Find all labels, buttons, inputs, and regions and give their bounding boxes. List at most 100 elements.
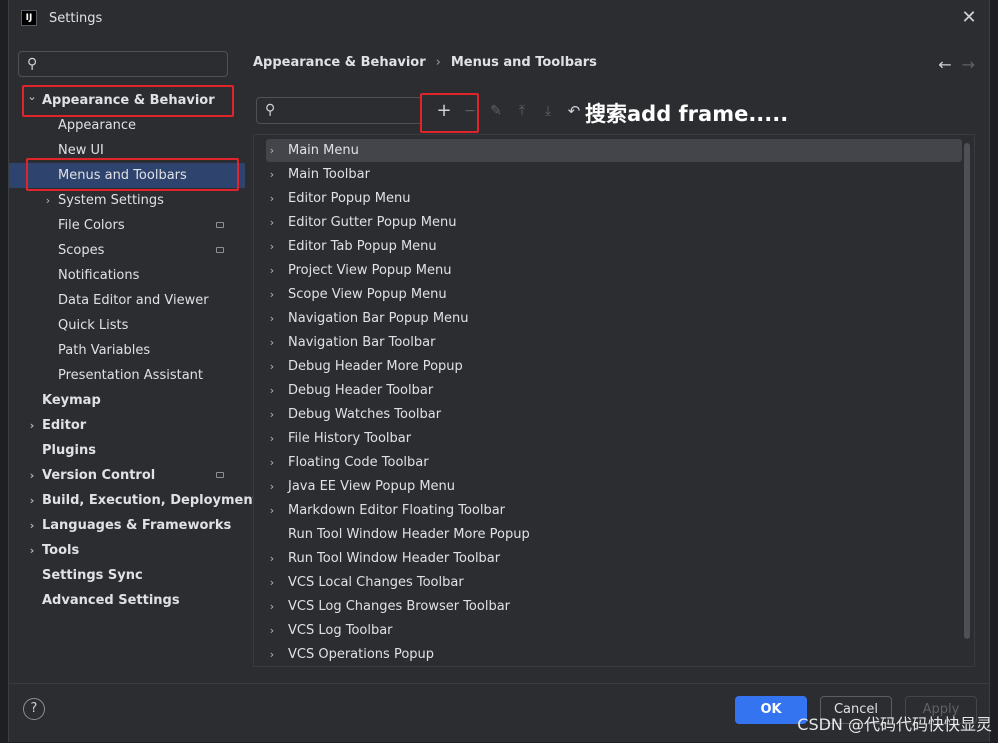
- action-group-item[interactable]: › Editor Tab Popup Menu: [266, 235, 962, 258]
- chevron-right-icon[interactable]: ›: [26, 488, 38, 513]
- chevron-right-icon[interactable]: ›: [266, 163, 278, 186]
- action-group-item[interactable]: › Run Tool Window Header Toolbar: [266, 547, 962, 570]
- action-group-item[interactable]: › Project View Popup Menu: [266, 259, 962, 282]
- chevron-right-icon[interactable]: ›: [26, 413, 38, 438]
- close-icon[interactable]: ✕: [959, 8, 979, 28]
- action-group-item[interactable]: Run Tool Window Header More Popup: [266, 523, 962, 546]
- sidebar-item[interactable]: › Editor: [9, 413, 245, 438]
- intellij-app-icon: IJ: [21, 10, 37, 26]
- action-group-item[interactable]: › VCS Log Toolbar: [266, 619, 962, 642]
- actions-search-input[interactable]: [285, 102, 419, 122]
- action-group-item[interactable]: › Floating Code Toolbar: [266, 451, 962, 474]
- title-bar: IJ Settings ✕: [9, 0, 989, 38]
- back-arrow-icon[interactable]: ←: [938, 55, 951, 74]
- chevron-right-icon[interactable]: ›: [266, 451, 278, 474]
- settings-search-box[interactable]: ⚲: [18, 51, 228, 77]
- sidebar-item[interactable]: ⌄ Appearance & Behavior: [9, 88, 245, 113]
- action-group-item[interactable]: › File History Toolbar: [266, 427, 962, 450]
- sidebar-item[interactable]: › Tools: [9, 538, 245, 563]
- actions-search-box[interactable]: ⚲: [256, 97, 422, 124]
- chevron-right-icon[interactable]: ›: [266, 139, 278, 162]
- action-group-label: Run Tool Window Header More Popup: [288, 527, 530, 542]
- sidebar-item[interactable]: › Build, Execution, Deployment: [9, 488, 259, 513]
- sidebar-item[interactable]: › Languages & Frameworks: [9, 513, 245, 538]
- action-group-item[interactable]: › VCS Log Changes Browser Toolbar: [266, 595, 962, 618]
- sidebar-item-label: Appearance: [58, 118, 137, 133]
- project-level-icon: [216, 472, 224, 478]
- action-group-item[interactable]: › Editor Popup Menu: [266, 187, 962, 210]
- chevron-right-icon[interactable]: ›: [266, 619, 278, 642]
- sidebar-item[interactable]: › Version Control: [9, 463, 245, 488]
- chevron-right-icon[interactable]: ›: [266, 499, 278, 522]
- sidebar-item-label: Scopes: [58, 243, 105, 258]
- sidebar-item[interactable]: Plugins: [9, 438, 245, 463]
- list-scrollbar[interactable]: [964, 143, 970, 639]
- restore-icon[interactable]: ↶: [563, 100, 585, 122]
- action-group-label: Scope View Popup Menu: [288, 287, 447, 302]
- sidebar-item[interactable]: Appearance: [9, 113, 245, 138]
- action-group-item[interactable]: › Main Toolbar: [266, 163, 962, 186]
- chevron-right-icon[interactable]: ›: [266, 355, 278, 378]
- chevron-right-icon[interactable]: ›: [26, 463, 38, 488]
- forward-arrow-icon[interactable]: →: [962, 55, 975, 74]
- sidebar-item[interactable]: Notifications: [9, 263, 245, 288]
- settings-search-input[interactable]: [47, 55, 221, 75]
- breadcrumb-separator-icon: ›: [435, 55, 441, 70]
- sidebar-item[interactable]: Presentation Assistant: [9, 363, 245, 388]
- sidebar-item-label: Editor: [42, 418, 87, 433]
- sidebar-item[interactable]: File Colors: [9, 213, 245, 238]
- sidebar-item[interactable]: Settings Sync: [9, 563, 245, 588]
- action-group-item[interactable]: › VCS Operations Popup: [266, 643, 962, 666]
- edit-icon[interactable]: ✎: [485, 100, 507, 122]
- sidebar-item[interactable]: New UI: [9, 138, 245, 163]
- chevron-right-icon[interactable]: ›: [266, 235, 278, 258]
- chevron-right-icon[interactable]: ›: [266, 331, 278, 354]
- help-icon[interactable]: ?: [23, 698, 45, 720]
- add-action-button[interactable]: +: [433, 100, 455, 122]
- chevron-right-icon[interactable]: ›: [26, 538, 38, 563]
- chevron-right-icon[interactable]: ›: [266, 403, 278, 426]
- chevron-right-icon[interactable]: ›: [266, 547, 278, 570]
- move-down-icon[interactable]: ⤓: [537, 100, 559, 122]
- chevron-right-icon[interactable]: ›: [266, 571, 278, 594]
- action-group-item[interactable]: › Navigation Bar Toolbar: [266, 331, 962, 354]
- action-group-item[interactable]: › Debug Header More Popup: [266, 355, 962, 378]
- sidebar-item-label: Build, Execution, Deployment: [42, 493, 259, 508]
- action-group-item[interactable]: › Debug Header Toolbar: [266, 379, 962, 402]
- action-group-item[interactable]: › Java EE View Popup Menu: [266, 475, 962, 498]
- action-group-label: Editor Gutter Popup Menu: [288, 215, 457, 230]
- action-group-item[interactable]: › Editor Gutter Popup Menu: [266, 211, 962, 234]
- sidebar-item[interactable]: Path Variables: [9, 338, 245, 363]
- sidebar-item[interactable]: Quick Lists: [9, 313, 245, 338]
- chevron-right-icon[interactable]: ›: [266, 379, 278, 402]
- sidebar-item[interactable]: Menus and Toolbars: [9, 163, 245, 188]
- action-group-item[interactable]: › Scope View Popup Menu: [266, 283, 962, 306]
- chevron-right-icon[interactable]: ›: [266, 427, 278, 450]
- sidebar-item[interactable]: Keymap: [9, 388, 245, 413]
- chevron-right-icon[interactable]: ›: [266, 259, 278, 282]
- chevron-right-icon[interactable]: ›: [42, 188, 54, 213]
- action-group-item[interactable]: › VCS Local Changes Toolbar: [266, 571, 962, 594]
- chevron-right-icon[interactable]: ›: [266, 187, 278, 210]
- sidebar-item[interactable]: Data Editor and Viewer: [9, 288, 245, 313]
- action-group-item[interactable]: › Navigation Bar Popup Menu: [266, 307, 962, 330]
- chevron-right-icon[interactable]: ›: [266, 283, 278, 306]
- chevron-right-icon[interactable]: ›: [266, 595, 278, 618]
- breadcrumb-parent[interactable]: Appearance & Behavior: [253, 55, 426, 70]
- action-group-label: Run Tool Window Header Toolbar: [288, 551, 501, 566]
- action-group-item[interactable]: › Debug Watches Toolbar: [266, 403, 962, 426]
- action-group-item[interactable]: › Markdown Editor Floating Toolbar: [266, 499, 962, 522]
- chevron-right-icon[interactable]: ›: [266, 211, 278, 234]
- chevron-right-icon[interactable]: ›: [266, 643, 278, 666]
- ok-button[interactable]: OK: [735, 696, 807, 724]
- chevron-right-icon[interactable]: ›: [266, 307, 278, 330]
- chevron-right-icon[interactable]: ›: [26, 513, 38, 538]
- remove-action-button[interactable]: −: [459, 100, 481, 122]
- chevron-right-icon[interactable]: ›: [266, 475, 278, 498]
- move-up-icon[interactable]: ⤒: [511, 100, 533, 122]
- sidebar-item[interactable]: Advanced Settings: [9, 588, 245, 613]
- sidebar-item[interactable]: › System Settings: [9, 188, 245, 213]
- sidebar-item[interactable]: Scopes: [9, 238, 245, 263]
- chevron-down-icon[interactable]: ⌄: [26, 84, 38, 109]
- action-group-item[interactable]: › Main Menu: [266, 139, 962, 162]
